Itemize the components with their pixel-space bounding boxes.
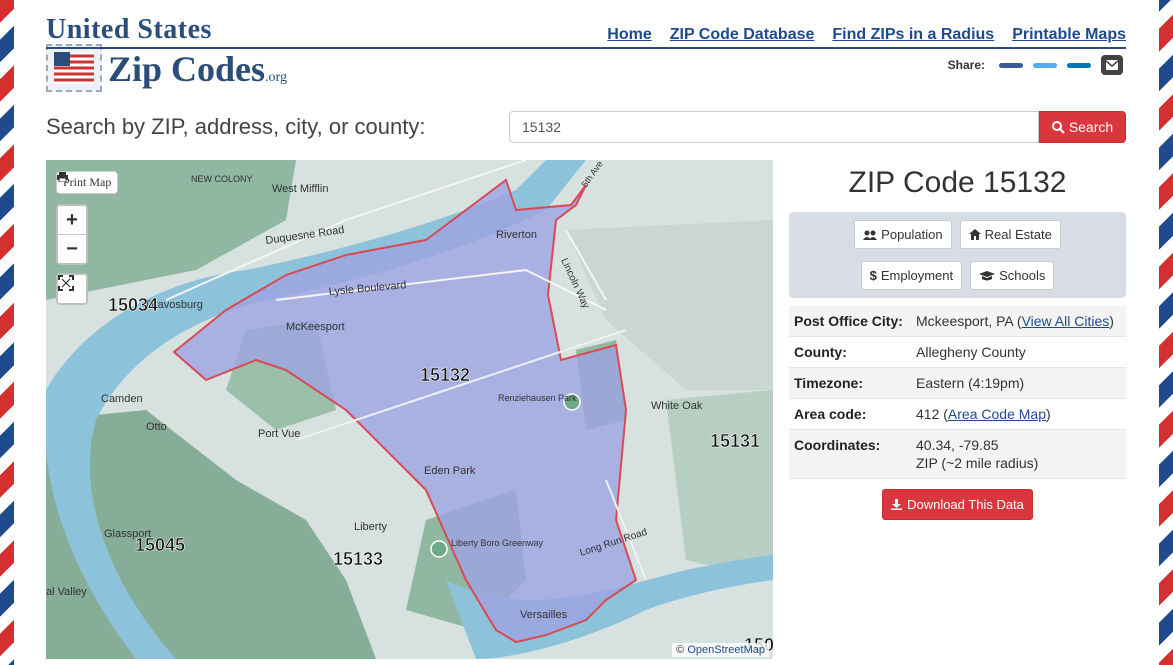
map-label-otto: Otto	[146, 421, 167, 433]
area-code-value: 412 (	[916, 406, 948, 422]
print-map-button[interactable]: Print Map	[56, 171, 119, 194]
map-label-port-vue: Port Vue	[258, 428, 300, 440]
nav-printable-maps[interactable]: Printable Maps	[1012, 26, 1126, 44]
employment-label: Employment	[880, 268, 954, 283]
row-key: Coordinates:	[789, 429, 911, 479]
map-label-liberty-boro-greenway: Liberty Boro Greenway	[451, 538, 544, 548]
table-row: Coordinates: 40.34, -79.85 ZIP (~2 mile r…	[789, 429, 1126, 479]
flag-stamp-icon	[46, 44, 102, 92]
map-label-camden: Camden	[101, 393, 143, 405]
row-value: 40.34, -79.85 ZIP (~2 mile radius)	[911, 429, 1126, 479]
twitter-share-button[interactable]	[1033, 62, 1057, 68]
zoom-in-button[interactable]: +	[58, 206, 86, 234]
map-label-riverton: Riverton	[496, 229, 537, 241]
row-key: Timezone:	[789, 367, 911, 399]
map-label-eden-park: Eden Park	[424, 465, 476, 477]
nav-zip-database[interactable]: ZIP Code Database	[670, 26, 815, 44]
main-nav: Home ZIP Code Database Find ZIPs in a Ra…	[607, 26, 1126, 44]
download-icon	[891, 499, 903, 510]
logo-line1: United States	[46, 14, 212, 45]
search-icon	[1051, 120, 1065, 134]
county-value: Allegheny County	[911, 336, 1126, 368]
schools-label: Schools	[999, 268, 1046, 283]
search-input[interactable]	[509, 111, 1039, 143]
post-office-city: Mckeesport, PA (	[916, 313, 1022, 329]
site-logo[interactable]: United States Zip Codes.org	[46, 14, 316, 94]
header-divider	[46, 47, 1126, 49]
nav-find-zips-radius[interactable]: Find ZIPs in a Radius	[832, 26, 994, 44]
search-button-label: Search	[1068, 119, 1114, 135]
printer-icon	[57, 172, 68, 182]
envelope-icon	[1106, 60, 1118, 70]
search-label: Search by ZIP, address, city, or county:	[46, 114, 426, 139]
map-label-new-colony: NEW COLONY	[191, 174, 253, 184]
zip-title: ZIP Code 15132	[848, 166, 1067, 199]
area-code-map-link[interactable]: Area Code Map	[948, 406, 1046, 422]
zoom-out-button[interactable]: −	[58, 234, 86, 263]
dollar-icon: $	[869, 268, 877, 283]
download-wrapper: Download This Data	[789, 489, 1126, 520]
download-label: Download This Data	[907, 497, 1024, 512]
openstreetmap-link[interactable]: OpenStreetMap	[687, 644, 765, 656]
zip-label-15132: 15132	[420, 365, 470, 385]
coordinates-value: 40.34, -79.85	[916, 437, 999, 453]
population-button[interactable]: Population	[854, 220, 952, 249]
users-icon	[863, 230, 878, 240]
real-estate-label: Real Estate	[984, 227, 1052, 242]
share-bar: Share:	[948, 55, 1123, 75]
real-estate-button[interactable]: Real Estate	[959, 220, 1061, 249]
zip-label-15133: 15133	[333, 549, 383, 569]
coordinates-radius: ZIP (~2 mile radius)	[916, 455, 1039, 471]
paren-close: )	[1045, 406, 1051, 422]
zip-map[interactable]: West Mifflin NEW COLONY Duquesne Road Ri…	[46, 160, 773, 659]
schools-button[interactable]: Schools	[970, 261, 1055, 290]
table-row: Area code: 412 (Area Code Map)	[789, 398, 1126, 430]
graduation-cap-icon	[979, 270, 996, 280]
nav-home[interactable]: Home	[607, 26, 651, 44]
logo-line2: Zip Codes.org	[108, 48, 287, 90]
row-value: Mckeesport, PA (View All Cities)	[911, 306, 1126, 337]
table-row: County: Allegheny County	[789, 336, 1126, 368]
population-label: Population	[881, 227, 943, 242]
facebook-share-button[interactable]	[999, 62, 1023, 68]
home-icon	[968, 229, 981, 240]
fullscreen-button[interactable]	[56, 273, 88, 305]
print-map-label: Print Map	[63, 175, 112, 189]
logo-title: Zip Codes	[108, 49, 266, 89]
view-all-cities-link[interactable]: View All Cities	[1022, 313, 1110, 329]
fullscreen-icon	[58, 275, 74, 291]
zip-label-15034: 15034	[108, 295, 158, 315]
linkedin-share-button[interactable]	[1067, 62, 1091, 68]
paren-close: )	[1109, 313, 1114, 329]
map-label-west-mifflin: West Mifflin	[272, 183, 328, 195]
share-label: Share:	[947, 58, 985, 72]
download-data-button[interactable]: Download This Data	[882, 489, 1033, 520]
table-row: Timezone: Eastern (4:19pm)	[789, 367, 1126, 399]
table-row: Post Office City: Mckeesport, PA (View A…	[789, 306, 1126, 337]
map-label-white-oak: White Oak	[651, 400, 703, 412]
map-canvas: West Mifflin NEW COLONY Duquesne Road Ri…	[46, 160, 773, 659]
map-label-renziehausen-park: Renziehausen Park	[498, 393, 577, 403]
data-category-buttons: Population Real Estate $ Employment Scho…	[789, 212, 1126, 298]
logo-suffix: .org	[265, 70, 287, 85]
zip-label-15045: 15045	[135, 535, 185, 555]
map-label-mckeesport: McKeesport	[286, 321, 345, 333]
zip-details-table: Post Office City: Mckeesport, PA (View A…	[789, 306, 1126, 479]
map-attribution: © OpenStreetMap	[672, 643, 769, 657]
timezone-value: Eastern (4:19pm)	[911, 367, 1126, 399]
search-button[interactable]: Search	[1039, 111, 1126, 143]
map-label-versailles: Versailles	[520, 609, 568, 621]
zoom-control: + −	[56, 204, 88, 265]
map-label-al-valley: al Valley	[46, 586, 87, 598]
zip-label-15131: 15131	[710, 431, 760, 451]
zip-info-panel: ZIP Code 15132 Population Real Estate $ …	[789, 160, 1126, 520]
employment-button[interactable]: $ Employment	[860, 261, 963, 290]
row-key: Post Office City:	[789, 306, 911, 337]
row-value: 412 (Area Code Map)	[911, 398, 1126, 430]
map-label-liberty: Liberty	[354, 521, 388, 533]
row-key: Area code:	[789, 398, 911, 430]
row-key: County:	[789, 336, 911, 368]
attribution-prefix: ©	[676, 644, 685, 656]
email-share-button[interactable]	[1101, 55, 1123, 75]
